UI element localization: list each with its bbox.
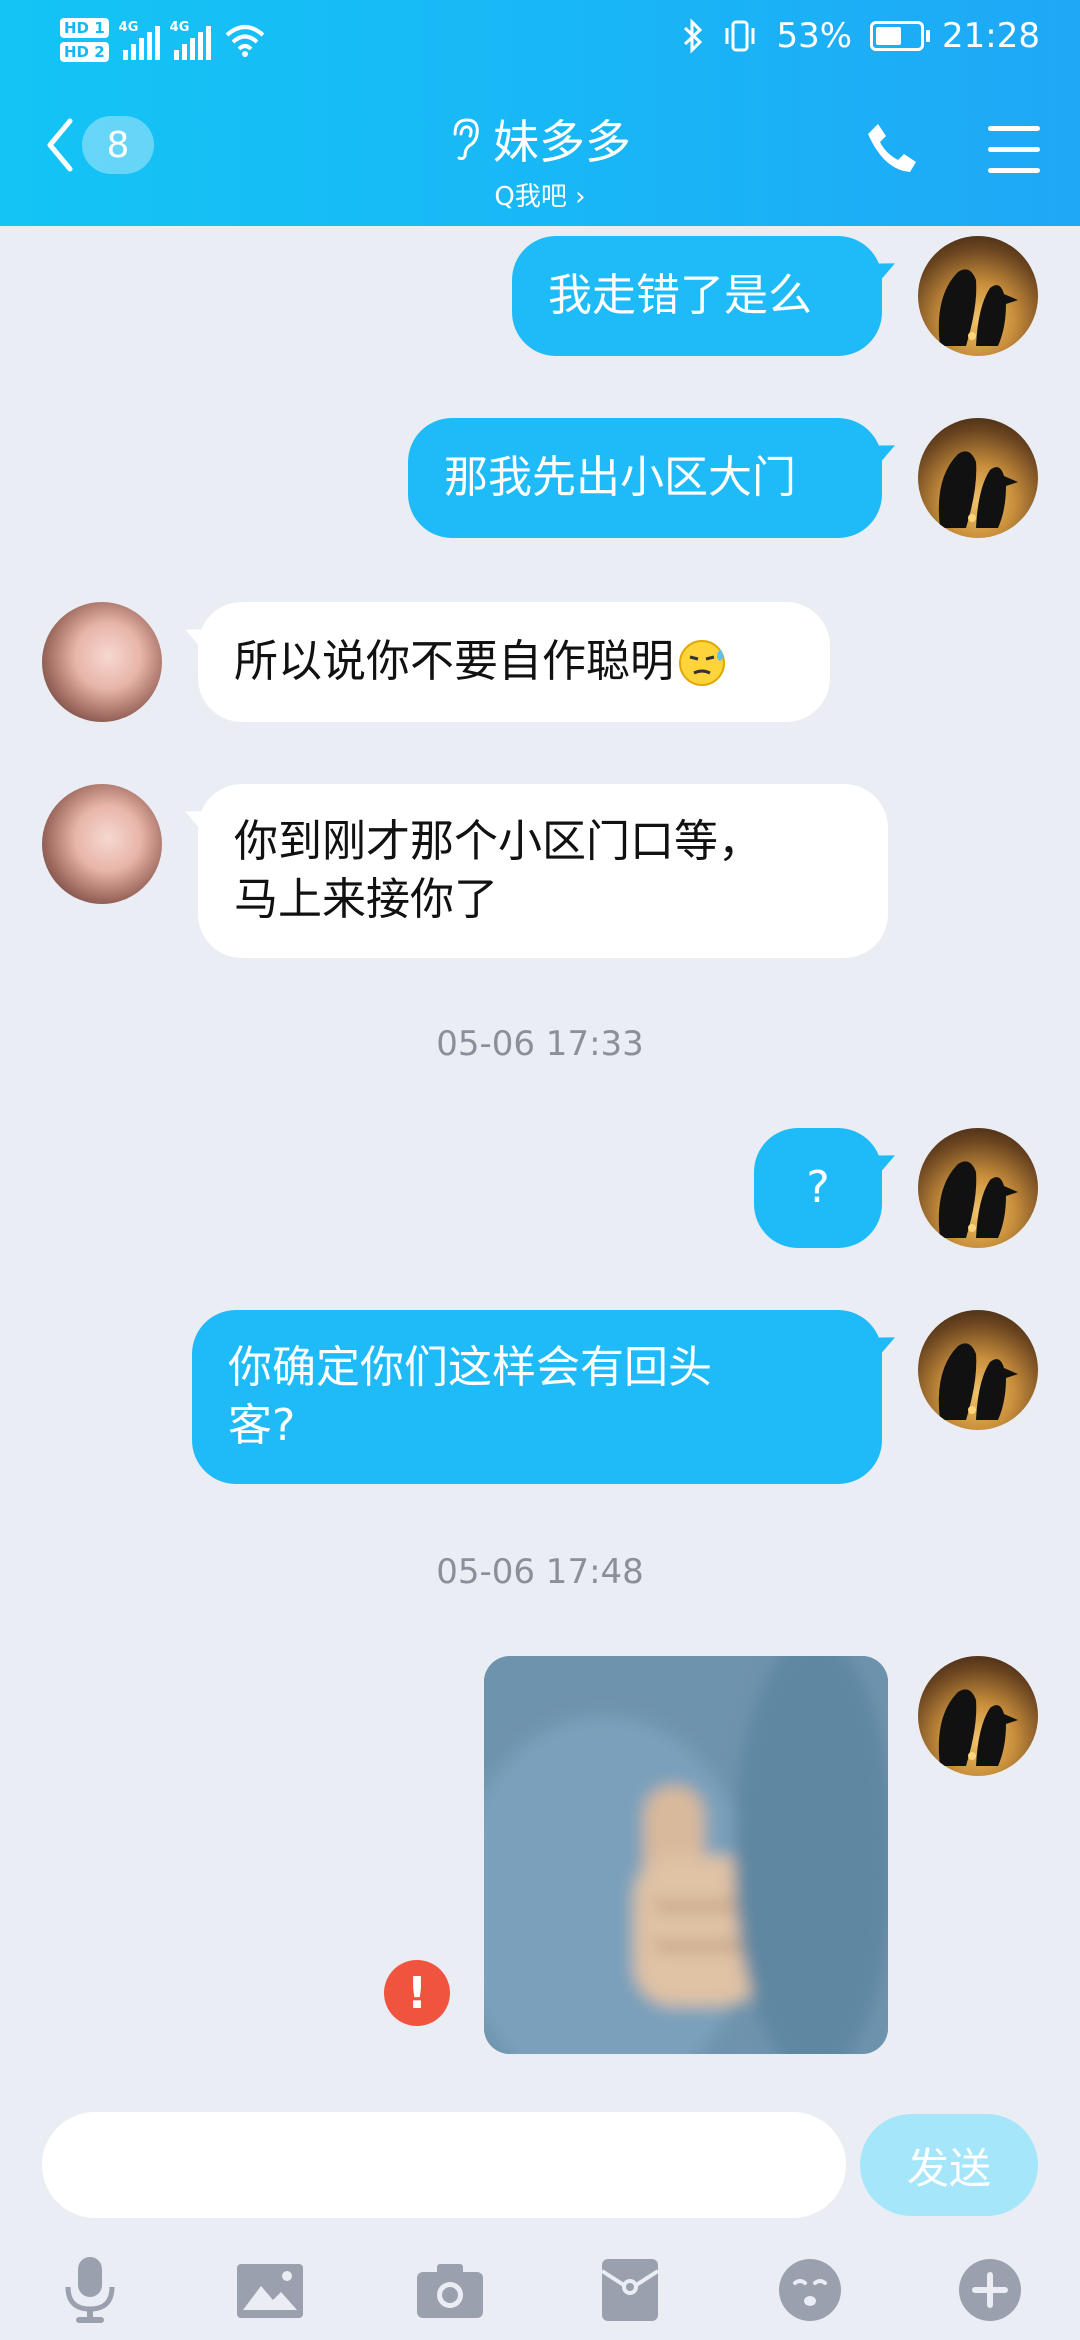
- message-input[interactable]: [42, 2112, 846, 2218]
- my-avatar[interactable]: [918, 418, 1038, 538]
- image-icon[interactable]: [230, 2250, 310, 2330]
- network1-label: 4G: [118, 20, 139, 35]
- sim1-badge: HD 1: [60, 18, 109, 38]
- chat-header: HD 1 HD 2 4G 4G 53% 21:28 8 妹多多 Q我吧 ›: [0, 0, 1080, 226]
- my-avatar[interactable]: [918, 236, 1038, 356]
- signal-icon: 4G: [119, 20, 160, 60]
- send-failed-icon[interactable]: !: [384, 1960, 450, 2026]
- battery-percent: 53%: [776, 16, 853, 56]
- menu-button[interactable]: [988, 126, 1040, 189]
- clock: 21:28: [942, 16, 1040, 56]
- message-bubble[interactable]: ?: [754, 1128, 882, 1248]
- message-bubble[interactable]: 你确定你们这样会有回头 客?: [192, 1310, 882, 1484]
- my-avatar[interactable]: [918, 1310, 1038, 1430]
- plus-icon[interactable]: [950, 2250, 1030, 2330]
- message-bubble[interactable]: 我走错了是么: [512, 236, 882, 356]
- timestamp: 05-06 17:33: [436, 1024, 644, 1064]
- camera-icon[interactable]: [410, 2250, 490, 2330]
- timestamp: 05-06 17:48: [436, 1552, 644, 1592]
- image-message[interactable]: [484, 1656, 888, 2054]
- contact-avatar[interactable]: [42, 784, 162, 904]
- red-packet-icon[interactable]: [590, 2250, 670, 2330]
- phone-call-icon[interactable]: [864, 120, 920, 176]
- microphone-icon[interactable]: [50, 2250, 130, 2330]
- message-text: ?: [806, 1162, 830, 1213]
- chat-title[interactable]: 妹多多: [493, 106, 631, 172]
- sweat-emoji-icon: [679, 640, 725, 686]
- message-text-line: 你到刚才那个小区门口等，: [234, 816, 762, 867]
- my-avatar[interactable]: [918, 1656, 1038, 1776]
- message-text: 所以说你不要自作聪明: [234, 636, 674, 687]
- message-text: 那我先出小区大门: [444, 452, 796, 503]
- message-bubble[interactable]: 你到刚才那个小区门口等， 马上来接你了: [198, 784, 888, 958]
- vibrate-icon: [725, 20, 755, 52]
- signal-icon-2: 4G: [170, 20, 211, 60]
- message-bubble[interactable]: 那我先出小区大门: [408, 418, 882, 538]
- ear-icon[interactable]: [449, 116, 481, 162]
- message-text-line: 马上来接你了: [234, 874, 498, 925]
- status-bar: HD 1 HD 2 4G 4G 53% 21:28: [0, 12, 1080, 72]
- sim2-badge: HD 2: [60, 42, 109, 62]
- network2-label: 4G: [169, 20, 190, 35]
- message-text-line: 你确定你们这样会有回头: [228, 1342, 712, 1393]
- send-button[interactable]: 发送: [860, 2114, 1038, 2216]
- wifi-icon: [225, 25, 264, 57]
- message-bubble[interactable]: 所以说你不要自作聪明: [198, 602, 830, 722]
- emoji-icon[interactable]: [770, 2250, 850, 2330]
- message-text: 我走错了是么: [548, 270, 812, 321]
- thumbs-up-image: [484, 1656, 888, 2054]
- message-text-line: 客?: [228, 1400, 296, 1451]
- chat-subtitle[interactable]: Q我吧 ›: [0, 176, 1080, 213]
- bluetooth-icon: [684, 18, 703, 54]
- my-avatar[interactable]: [918, 1128, 1038, 1248]
- contact-avatar[interactable]: [42, 602, 162, 722]
- battery-icon: [870, 21, 931, 51]
- input-toolbar: [0, 2240, 1080, 2340]
